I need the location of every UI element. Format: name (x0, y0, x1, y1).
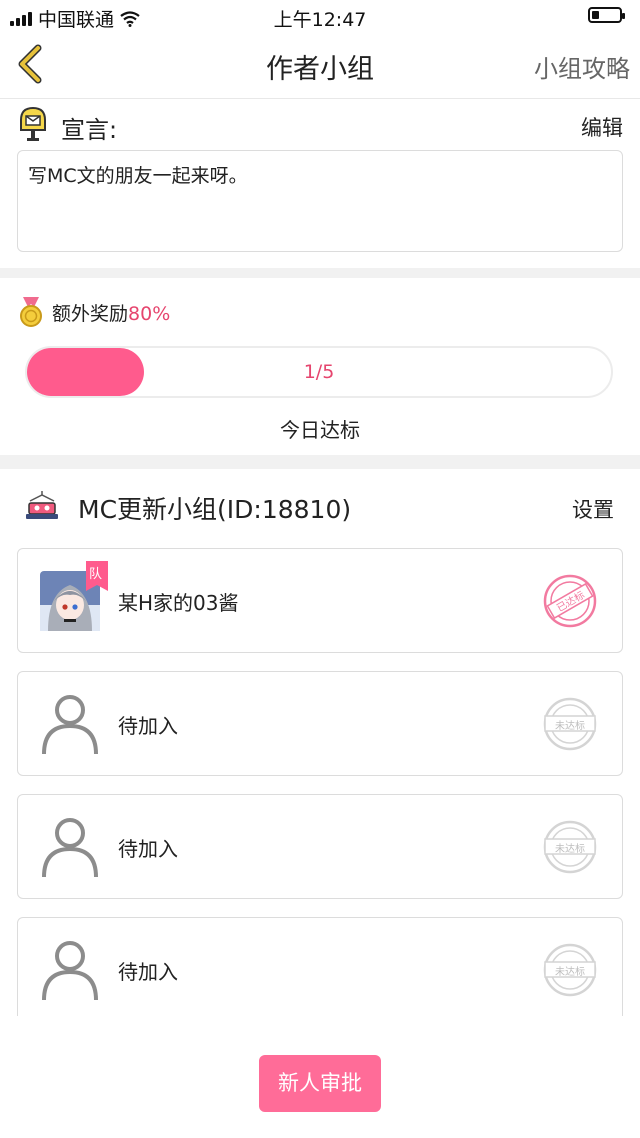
clock: 上午12:47 (273, 9, 367, 31)
progress-status: 今日达标 (280, 418, 360, 442)
reward-percent: 80% (128, 302, 171, 325)
divider (0, 268, 640, 278)
not-reached-stamp-icon: 未达标 (542, 696, 598, 752)
declaration-header: 宣言: 编辑 (18, 106, 623, 146)
member-name: 待加入 (118, 714, 178, 738)
member-card[interactable]: 队 某H家的03酱 已达标 (17, 548, 623, 653)
progress-text: 1/5 (303, 361, 335, 383)
nav-bar: 作者小组 小组攻略 (0, 32, 640, 99)
not-reached-stamp-icon: 未达标 (542, 819, 598, 875)
member-list: 队 某H家的03酱 已达标 待加入 未达标 待加入 未达标 待加入 未达标 (17, 548, 623, 1016)
team-leader-badge-label: 队 (89, 567, 103, 582)
group-guide-link[interactable]: 小组攻略 (534, 49, 630, 84)
declaration-text[interactable]: 写MC文的朋友一起来呀。 (17, 150, 623, 252)
stamp-label: 未达标 (555, 844, 585, 855)
reward-row: 额外奖励80% (18, 296, 170, 328)
user-placeholder-icon (42, 695, 98, 754)
member-card[interactable]: 待加入 未达标 (17, 794, 623, 899)
settings-button[interactable]: 设置 (572, 494, 614, 524)
reached-stamp-icon: 已达标 (542, 573, 598, 629)
group-header: MC更新小组(ID:18810) 设置 (24, 488, 614, 528)
new-member-approval-button[interactable]: 新人审批 (259, 1055, 381, 1112)
medal-icon (20, 297, 42, 327)
member-name: 待加入 (118, 960, 178, 984)
stamp-label: 未达标 (555, 721, 585, 732)
reward-label: 额外奖励 (52, 302, 129, 325)
member-card[interactable]: 待加入 未达标 (17, 671, 623, 776)
user-placeholder-icon (42, 818, 98, 877)
mailbox-icon (20, 106, 46, 141)
status-bar: 中国联通 上午12:47 (0, 0, 640, 32)
member-name: 待加入 (118, 837, 178, 861)
member-name: 某H家的03酱 (118, 591, 239, 615)
battery-icon (588, 7, 625, 23)
declaration-title: 宣言: (61, 116, 118, 144)
divider (0, 455, 640, 469)
member-card[interactable]: 待加入 未达标 (17, 917, 623, 1016)
not-reached-stamp-icon: 未达标 (542, 942, 598, 998)
group-title: MC更新小组(ID:18810) (78, 495, 352, 524)
group-icon (26, 491, 58, 519)
edit-button[interactable]: 编辑 (581, 112, 623, 142)
progress-bar: 1/5 (25, 346, 613, 398)
stamp-label: 未达标 (555, 967, 585, 978)
user-placeholder-icon (42, 941, 98, 1000)
